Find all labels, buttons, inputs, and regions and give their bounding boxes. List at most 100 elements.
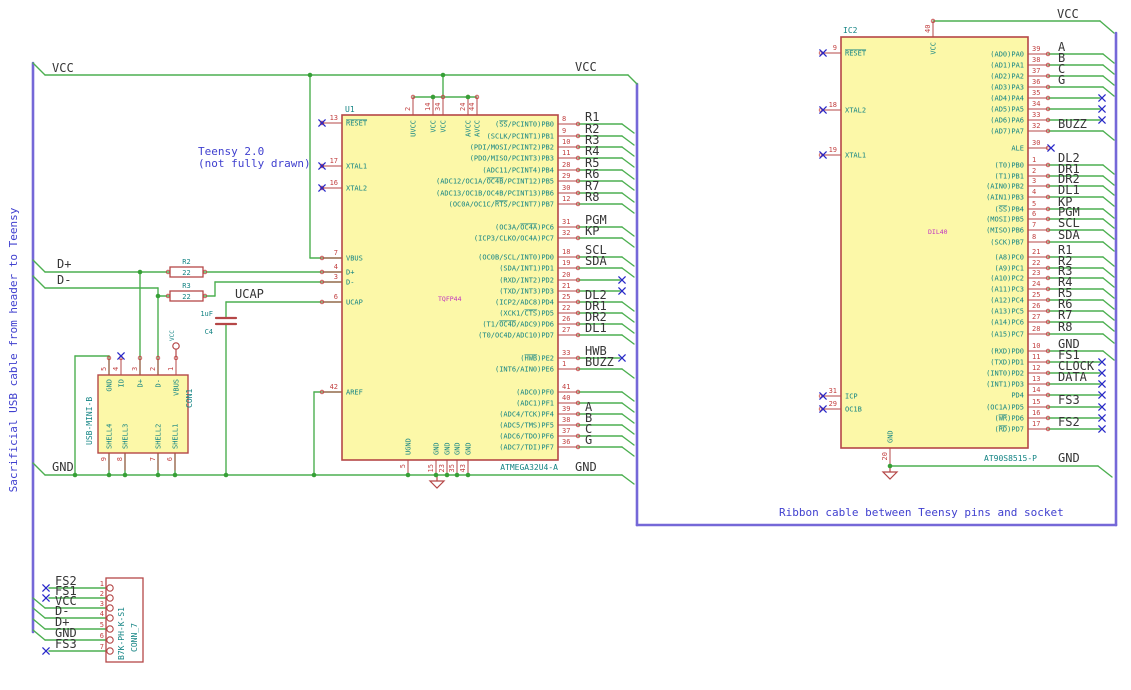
net-label[interactable]: D+ xyxy=(57,257,71,271)
pin-number: 6 xyxy=(166,457,174,461)
ic-ic2[interactable]: IC2AT90S8515-PDIL409RESET18XTAL219XTAL13… xyxy=(818,18,1051,467)
pin-name: (AD0)PA0 xyxy=(990,51,1024,59)
pin-number: 31 xyxy=(562,218,570,226)
pin-number: 9 xyxy=(100,457,108,461)
pin-name: (AD4)PA4 xyxy=(990,95,1024,103)
pin-name: (AD2)PA2 xyxy=(990,73,1024,81)
net-label[interactable]: BUZZ xyxy=(1058,117,1087,131)
junction-dot xyxy=(155,293,161,299)
pin-name: (ADC6/TDO)PF6 xyxy=(499,433,554,441)
schematic-canvas[interactable]: U1ATMEGA32U4-ATQFP4413RESET17XTAL116XTAL… xyxy=(0,0,1131,690)
net-label[interactable]: BUZZ xyxy=(585,355,614,369)
net-label[interactable]: FS3 xyxy=(1058,393,1080,407)
capacitor-reference: C4 xyxy=(205,328,213,336)
net-label[interactable]: G xyxy=(1058,73,1065,87)
pin-number: 14 xyxy=(424,103,432,111)
pin-number: 22 xyxy=(562,304,570,312)
pin-name: (T1)PB1 xyxy=(994,173,1024,181)
pin-name: (RXD)PD0 xyxy=(990,348,1024,356)
pin-number: 36 xyxy=(1032,78,1040,86)
pin-number: 1 xyxy=(167,367,175,371)
ic-u1[interactable]: U1ATMEGA32U4-ATQFP4413RESET17XTAL116XTAL… xyxy=(319,94,581,477)
pin-name: ALE xyxy=(1011,145,1024,153)
pin-number: 25 xyxy=(562,293,570,301)
pin-number: 5 xyxy=(100,621,104,629)
pin-number: 8 xyxy=(562,115,566,123)
junction-dot xyxy=(311,472,317,478)
pin-number: 29 xyxy=(562,172,570,180)
pin-name: (ADC5/TMS)PF5 xyxy=(499,422,554,430)
note-text[interactable]: (not fully drawn) xyxy=(198,157,311,170)
net-label[interactable]: FS2 xyxy=(1058,415,1080,429)
pin-number: 25 xyxy=(1032,291,1040,299)
net-label[interactable]: SDA xyxy=(1058,228,1080,242)
pin-number: 33 xyxy=(562,349,570,357)
pin-number: 28 xyxy=(1032,325,1040,333)
net-label[interactable]: G xyxy=(585,433,592,447)
pin-number: 21 xyxy=(1032,248,1040,256)
pin-number: 5 xyxy=(100,367,108,371)
pin-number: 1 xyxy=(562,360,566,368)
junction-dot xyxy=(465,94,471,100)
net-label[interactable]: FS3 xyxy=(55,637,77,651)
pin-number: 14 xyxy=(1032,386,1040,394)
pin-name: D+ xyxy=(137,379,145,387)
pin-name: D+ xyxy=(346,269,354,277)
pin-number: 11 xyxy=(562,149,570,157)
pin-name: (SCK)PB7 xyxy=(990,239,1024,247)
pin-circle xyxy=(106,604,114,612)
net-label[interactable]: GND xyxy=(575,460,597,474)
pin-number: 36 xyxy=(562,438,570,446)
pin-number: 30 xyxy=(562,184,570,192)
net-label[interactable]: GND xyxy=(1058,451,1080,465)
pin-name: (A9)PC1 xyxy=(994,265,1024,273)
pin-number: 10 xyxy=(562,138,570,146)
junction-dot xyxy=(172,472,178,478)
pin-name: (HWB)PE2 xyxy=(520,355,554,363)
net-label[interactable]: KP xyxy=(585,224,599,238)
junction-dot xyxy=(223,472,229,478)
pin-number: 37 xyxy=(1032,67,1040,75)
pin-name: UGND xyxy=(405,438,413,455)
pin-name: (A11)PC3 xyxy=(990,286,1024,294)
pin-name: (A14)PC6 xyxy=(990,319,1024,327)
pin-number: 32 xyxy=(1032,122,1040,130)
resistor-reference: R2 xyxy=(182,258,190,266)
net-label[interactable]: D- xyxy=(57,273,71,287)
pin-number: 17 xyxy=(1032,420,1040,428)
pin-number: 20 xyxy=(881,452,889,460)
net-label[interactable]: SDA xyxy=(585,254,607,268)
pin-name: PD4 xyxy=(1011,392,1024,400)
pin-name: (AD5)PA5 xyxy=(990,106,1024,114)
note-text[interactable]: Sacrificial USB cable from header to Tee… xyxy=(7,207,20,492)
pin-name: VCC xyxy=(930,42,938,55)
net-label[interactable]: VCC xyxy=(1057,7,1079,21)
net-label[interactable]: DL1 xyxy=(585,321,607,335)
ic-reference: U1 xyxy=(345,105,355,114)
pin-name: (INT6/AIN0)PE6 xyxy=(495,366,554,374)
net-label[interactable]: R8 xyxy=(1058,320,1072,334)
pin-name: GND xyxy=(887,430,895,443)
pin-number: 17 xyxy=(330,157,338,165)
pin-number: 35 xyxy=(1032,89,1040,97)
net-label[interactable]: VCC xyxy=(52,61,74,75)
net-label[interactable]: GND xyxy=(52,460,74,474)
pin-circle xyxy=(106,625,114,633)
pin-name: (TXD/INT3)PD3 xyxy=(499,288,554,296)
note-text[interactable]: Ribbon cable between Teensy pins and soc… xyxy=(779,506,1064,519)
net-label[interactable]: UCAP xyxy=(235,287,264,301)
pin-name: GND xyxy=(106,379,114,392)
pin-name: (XCK1/CTS)PD5 xyxy=(499,310,554,318)
net-label[interactable]: R8 xyxy=(585,190,599,204)
pin-number: 3 xyxy=(334,273,338,281)
pin-name: (T1/OC4D/ADC9)PD6 xyxy=(482,321,554,329)
pin-name: (TXD)PD1 xyxy=(990,359,1024,367)
pin-name: (MISO)PB6 xyxy=(986,227,1024,235)
pin-number: 1 xyxy=(100,580,104,588)
pin-number: 26 xyxy=(1032,302,1040,310)
net-label[interactable]: VCC xyxy=(575,60,597,74)
pin-number: 16 xyxy=(330,179,338,187)
pin-name: (SS/PCINT0)PB0 xyxy=(495,121,554,129)
pin-number: 24 xyxy=(459,103,467,111)
net-label[interactable]: DATA xyxy=(1058,370,1088,384)
